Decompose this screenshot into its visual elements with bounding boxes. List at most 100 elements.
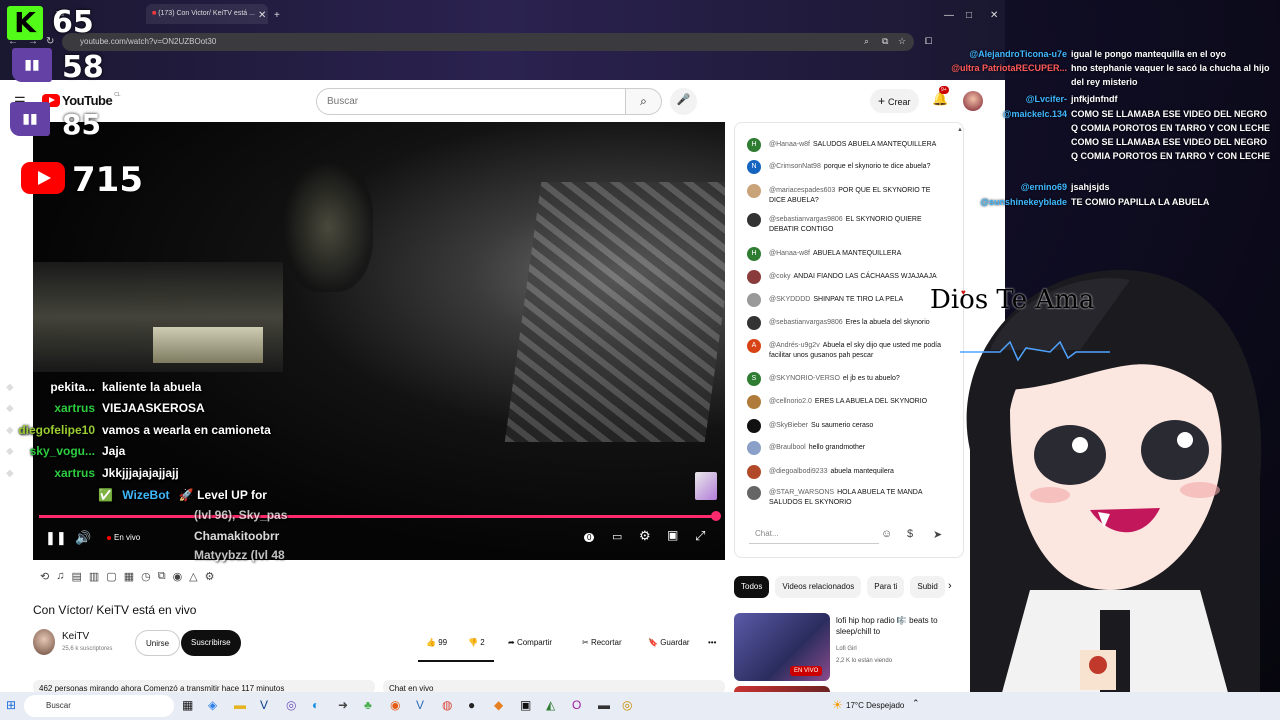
clip-button[interactable]: ✂ Recortar (574, 630, 630, 656)
chat-author-avatar[interactable] (747, 213, 761, 227)
browser-tab-active[interactable]: ■ (173) Con Victor/ KeiTV está ... (146, 4, 268, 24)
address-bar[interactable]: youtube.com/watch?v=ON2UZBOot30 (62, 33, 914, 51)
create-button[interactable]: + Crear (870, 89, 919, 113)
zoom-icon[interactable]: ⌕ (864, 36, 869, 47)
chat-author-name[interactable]: @STAR_WARSONS (769, 489, 834, 496)
chat-author-avatar[interactable] (747, 184, 761, 198)
chat-author-avatar[interactable]: N (747, 160, 761, 174)
chat-author-name[interactable]: @Andrés-u9g2v (769, 342, 820, 349)
app-icon[interactable]: ♣ (364, 698, 372, 712)
chip-related[interactable]: Videos relacionados (775, 576, 862, 598)
crop-icon[interactable]: ▢ (106, 570, 116, 583)
dislike-button[interactable]: 👎 2 (460, 630, 493, 656)
chat-author-avatar[interactable] (747, 395, 761, 409)
channel-name[interactable]: KeiTV (62, 631, 89, 642)
close-window-icon[interactable]: ✕ (990, 10, 998, 21)
install-icon[interactable]: ⧉ (882, 36, 888, 47)
task-view-icon[interactable]: ▦ (182, 698, 193, 712)
pip-icon[interactable]: ⧉ (158, 570, 166, 583)
opera-icon[interactable]: O (572, 698, 581, 712)
edge-icon[interactable]: ◐ (312, 698, 319, 712)
subtitles-icon[interactable]: ▭ (612, 530, 622, 543)
app-icon[interactable]: ◎ (622, 698, 632, 712)
progress-bar[interactable] (39, 515, 719, 518)
visual-studio-icon[interactable]: V (260, 698, 268, 712)
emoji-icon[interactable]: ☺ (881, 528, 892, 540)
live-indicator[interactable]: En vivo (107, 533, 140, 542)
app-icon[interactable]: V (416, 698, 424, 712)
chat-author-avatar[interactable]: S (747, 372, 761, 386)
chat-input[interactable]: Chat... (749, 524, 879, 544)
save-button[interactable]: 🔖 Guardar (640, 630, 698, 656)
app-icon[interactable]: ▣ (520, 698, 531, 712)
chrome-icon[interactable]: ◍ (442, 698, 452, 712)
chat-author-avatar[interactable] (747, 465, 761, 479)
firefox-icon[interactable]: ◉ (390, 698, 400, 712)
join-button[interactable]: Unirse (135, 630, 181, 656)
app-icon[interactable]: ◆ (494, 698, 503, 712)
chat-author-avatar[interactable] (747, 270, 761, 284)
chat-author-avatar[interactable] (747, 293, 761, 307)
chat-author-name[interactable]: @diegoalbodi9233 (769, 468, 828, 475)
chat-replay-bar[interactable]: Chat en vivo (383, 680, 725, 692)
chat-author-name[interactable]: @SkyBieber (769, 422, 808, 429)
new-tab-icon[interactable]: + (274, 10, 280, 21)
taskbar-search[interactable]: Buscar (24, 695, 174, 717)
frame-icon[interactable]: ▦ (124, 570, 134, 583)
chat-author-name[interactable]: @Hanaa-w8f (769, 250, 810, 257)
tool-settings-icon[interactable]: ⚙ (205, 570, 215, 583)
chat-author-name[interactable]: @CrimsonNat98 (769, 163, 821, 170)
search-button[interactable]: ⌕ (626, 88, 662, 115)
subscribe-button[interactable]: Suscribirse (181, 630, 241, 656)
chat-author-name[interactable]: @Hanaa-w8f (769, 141, 810, 148)
super-chat-icon[interactable]: $ (907, 528, 913, 540)
chat-author-name[interactable]: @mariacespades603 (769, 187, 835, 194)
voice-search-button[interactable]: 🎤 (670, 88, 697, 115)
chat-scroll-up-icon[interactable]: ▲ (957, 127, 963, 133)
chat-author-name[interactable]: @cellnorio2.0 (769, 398, 812, 405)
close-tab-icon[interactable]: ✕ (258, 10, 266, 21)
maximize-icon[interactable]: □ (966, 10, 972, 21)
chevron-up-icon[interactable]: ⌃ (912, 698, 920, 709)
chat-author-avatar[interactable] (747, 419, 761, 433)
theater-mode-icon[interactable]: ▣ (667, 528, 678, 542)
notifications-button[interactable]: 🔔 9+ (932, 86, 949, 107)
volume-icon[interactable]: 🔊 (75, 530, 91, 546)
fullscreen-icon[interactable]: ⤢ (695, 528, 705, 544)
channel-avatar[interactable] (33, 629, 55, 655)
chat-author-name[interactable]: @SKYNORIO-VERSO (769, 375, 840, 382)
file-explorer-icon[interactable]: ▬ (234, 698, 246, 712)
chat-author-name[interactable]: @sebastianvargas9806 (769, 216, 843, 223)
chat-author-avatar[interactable]: H (747, 247, 761, 261)
chat-author-name[interactable]: @SKYDDDD (769, 296, 810, 303)
share-button[interactable]: ➦ Compartir (500, 630, 561, 656)
camera-icon[interactable]: ◉ (173, 570, 183, 583)
more-actions-button[interactable]: ••• (700, 630, 725, 656)
chat-author-name[interactable]: @sebastianvargas9806 (769, 319, 843, 326)
pause-icon[interactable]: ❚❚ (45, 530, 67, 546)
chat-author-name[interactable]: @Braulbool (769, 444, 806, 451)
filter-icon[interactable]: △ (189, 570, 197, 583)
chat-author-avatar[interactable]: H (747, 138, 761, 152)
bookmark-star-icon[interactable]: ☆ (898, 36, 906, 47)
copilot-icon[interactable]: ◈ (208, 698, 217, 712)
app-icon[interactable]: ◭ (546, 698, 555, 712)
chat-author-avatar[interactable] (747, 486, 761, 500)
extensions-icon[interactable]: ⧠ (925, 36, 932, 47)
speed-icon[interactable]: ◷ (141, 570, 151, 583)
search-input[interactable] (316, 88, 626, 115)
like-button[interactable]: 👍 99 (418, 630, 456, 656)
app-icon[interactable]: ▬ (598, 698, 610, 712)
chat-author-name[interactable]: @coky (769, 273, 791, 280)
autoplay-toggle[interactable]: 0 (584, 533, 595, 542)
progress-scrubber[interactable] (711, 511, 721, 521)
chat-author-avatar[interactable]: A (747, 339, 761, 353)
screenshot-icon[interactable]: ▤ (71, 570, 81, 583)
account-avatar[interactable] (963, 91, 983, 111)
audio-icon[interactable]: ♫ (56, 570, 64, 583)
chat-author-avatar[interactable] (747, 441, 761, 455)
settings-gear-icon[interactable]: ⚙ (639, 528, 651, 544)
app-icon[interactable]: ➜ (338, 698, 348, 712)
youtube-logo[interactable]: YouTube CL (42, 92, 121, 108)
related-video-channel[interactable]: Lofi Girl (836, 646, 857, 652)
